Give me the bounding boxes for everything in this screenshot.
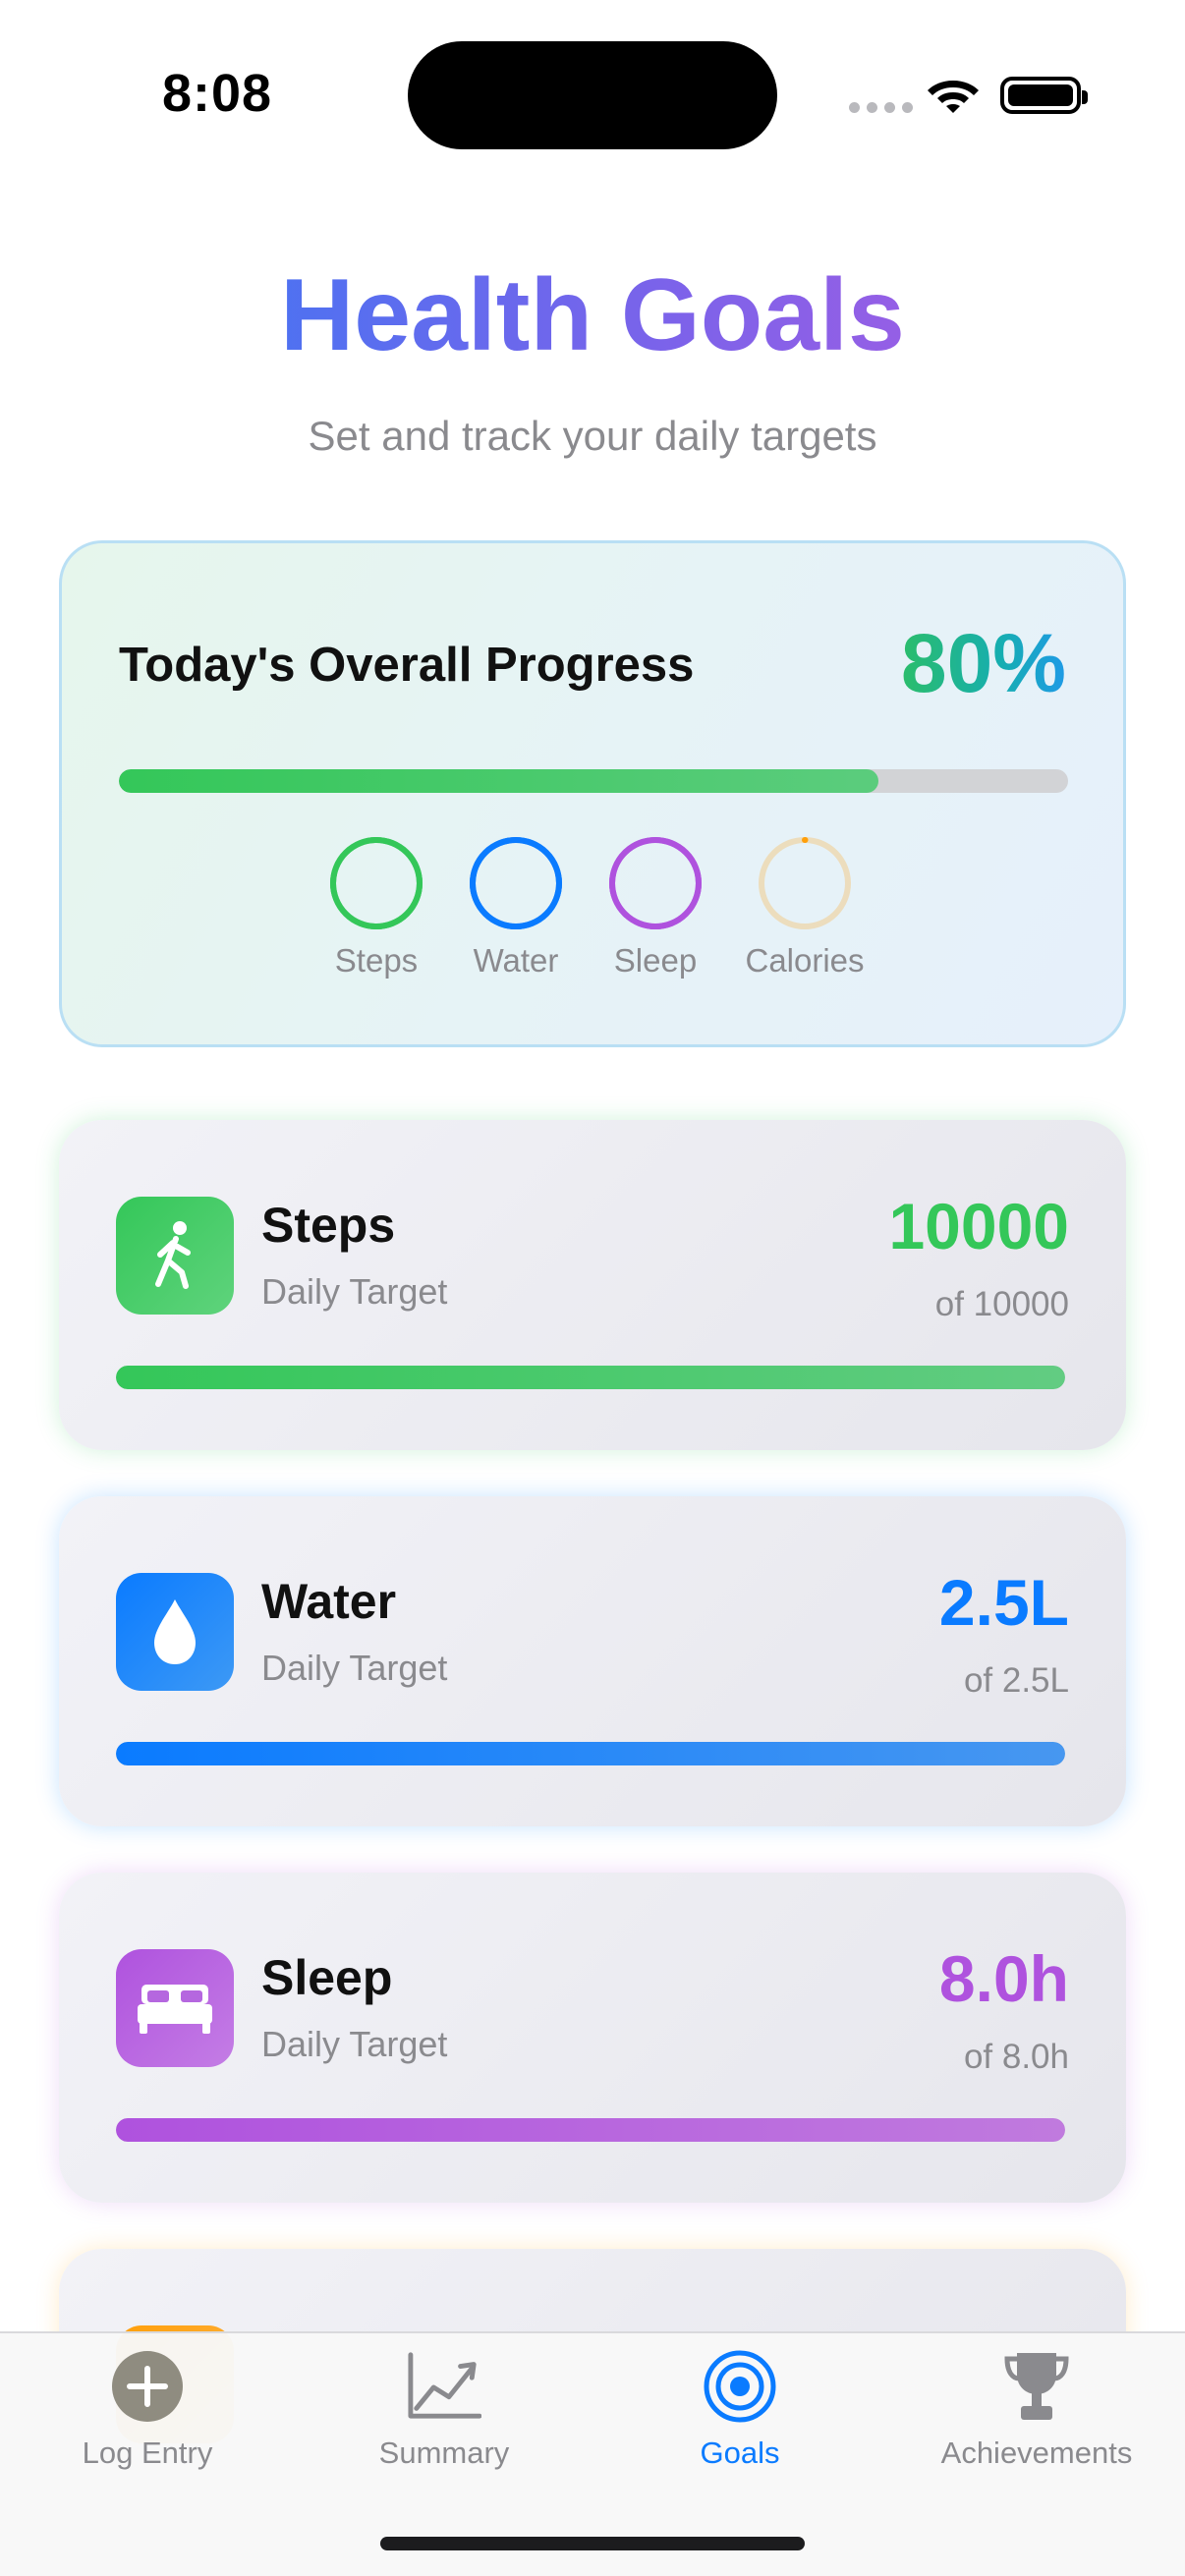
health-goals-screen: 8:08 Health Goals Set and track your dai… — [0, 0, 1185, 2576]
overall-progress-card: Today's Overall Progress 80% Steps Water — [59, 540, 1126, 1047]
goal-value: 8.0h — [938, 1942, 1069, 2015]
goal-name: Steps — [261, 1198, 396, 1253]
goal-name: Sleep — [261, 1950, 393, 2005]
page-title: Health Goals — [0, 257, 1185, 374]
goal-progress-bar — [116, 1742, 1065, 1765]
goal-target: of 10000 — [934, 1285, 1069, 1323]
tab-achievements[interactable]: Achievements — [889, 2333, 1184, 2491]
tab-label: Summary — [378, 2436, 510, 2470]
home-indicator — [380, 2537, 805, 2550]
ring-label: Steps — [334, 942, 419, 979]
chart-line-icon — [407, 2349, 481, 2424]
goal-card-steps[interactable]: Steps Daily Target 10000 of 10000 — [59, 1120, 1126, 1450]
goal-subtitle: Daily Target — [261, 1648, 448, 1688]
goal-subtitle: Daily Target — [261, 1271, 448, 1312]
goal-subtitle: Daily Target — [261, 2024, 448, 2064]
tab-goals[interactable]: Goals — [592, 2333, 887, 2491]
status-time: 8:08 — [162, 64, 273, 123]
page-subtitle: Set and track your daily targets — [308, 413, 877, 459]
ring-label: Calories — [745, 942, 865, 979]
overall-progress-bar — [119, 769, 1068, 793]
goal-progress-fill — [116, 1742, 1065, 1765]
ring-label: Sleep — [613, 942, 698, 979]
goal-progress-fill — [116, 2118, 1065, 2142]
water-ring-icon — [470, 837, 562, 929]
battery-icon — [1000, 77, 1088, 114]
goal-card-water[interactable]: Water Daily Target 2.5L of 2.5L — [59, 1496, 1126, 1826]
wifi-icon — [928, 81, 979, 113]
sleep-ring-icon — [609, 837, 702, 929]
steps-ring-icon — [330, 837, 423, 929]
tab-log-entry[interactable]: Log Entry — [0, 2333, 295, 2491]
goal-name: Water — [261, 1574, 397, 1629]
plus-circle-icon — [110, 2349, 185, 2424]
goal-value: 10000 — [888, 1190, 1069, 1262]
tab-label: Goals — [700, 2436, 780, 2470]
goal-target: of 2.5L — [963, 1661, 1069, 1700]
tab-label: Log Entry — [82, 2436, 213, 2470]
goal-card-sleep[interactable]: Sleep Daily Target 8.0h of 8.0h — [59, 1873, 1126, 2203]
trophy-icon — [999, 2349, 1074, 2424]
goal-progress-bar — [116, 1366, 1065, 1389]
target-icon — [703, 2349, 777, 2424]
ring-calories: Calories — [745, 834, 865, 980]
goal-progress-bar — [116, 2118, 1065, 2142]
dynamic-island — [408, 41, 777, 149]
tab-summary[interactable]: Summary — [297, 2333, 592, 2491]
ring-water: Water — [467, 834, 565, 980]
cellular-signal-icon — [849, 102, 913, 113]
goal-value: 2.5L — [938, 1566, 1069, 1639]
goal-progress-fill — [116, 1366, 1065, 1389]
water-drop-icon — [116, 1573, 234, 1691]
goal-target: of 8.0h — [963, 2038, 1069, 2076]
overall-progress-value: 80% — [900, 617, 1066, 709]
overall-progress-fill — [119, 769, 878, 793]
category-rings: Steps Water Sleep Calories — [62, 834, 1129, 980]
overall-progress-label: Today's Overall Progress — [119, 639, 695, 692]
ring-label: Water — [473, 942, 559, 979]
bed-icon — [116, 1949, 234, 2067]
calories-ring-icon — [759, 837, 851, 929]
ring-steps: Steps — [327, 834, 425, 980]
figure-walk-icon — [116, 1197, 234, 1315]
tab-label: Achievements — [940, 2436, 1133, 2470]
ring-sleep: Sleep — [606, 834, 705, 980]
